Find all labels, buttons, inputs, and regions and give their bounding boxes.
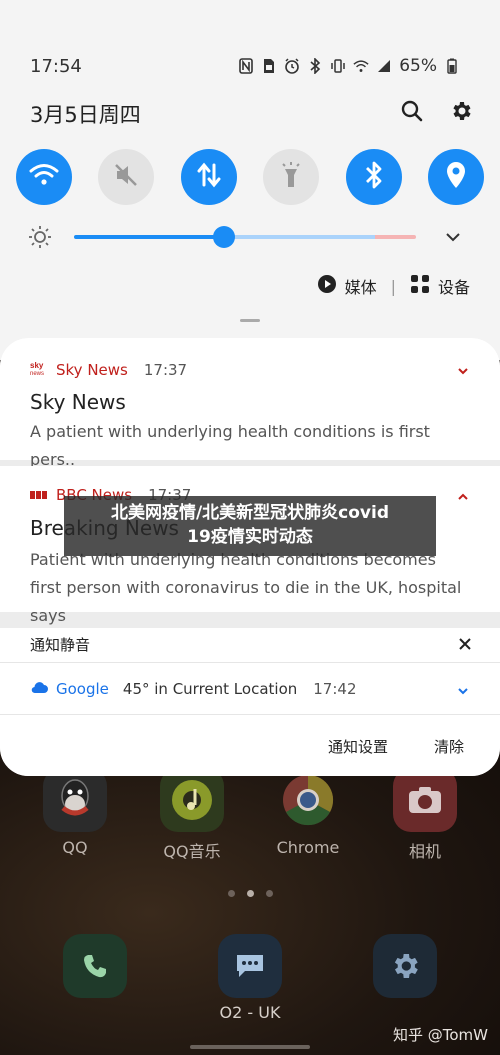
status-icons: 65% bbox=[238, 56, 460, 76]
header-actions bbox=[399, 98, 475, 124]
nfc-icon bbox=[238, 58, 254, 74]
page-dot bbox=[227, 890, 235, 897]
media-label: 媒体 bbox=[344, 278, 377, 297]
search-icon[interactable] bbox=[399, 98, 425, 124]
phone-icon bbox=[63, 934, 127, 998]
media-device-row: 媒体 | 设备 bbox=[317, 274, 470, 298]
app-qq[interactable]: QQ bbox=[35, 768, 115, 857]
page-dot bbox=[265, 890, 273, 897]
caption-line: 北美网疫情/北美新型冠状肺炎covid bbox=[110, 503, 390, 523]
svg-text:sky: sky bbox=[30, 361, 44, 370]
gear-icon[interactable] bbox=[449, 98, 475, 124]
devices-icon bbox=[410, 274, 430, 298]
caption-line: 19疫情实时动态 bbox=[187, 527, 313, 547]
silent-section-label: 通知静音 bbox=[30, 636, 91, 654]
notification-time: 17:42 bbox=[313, 680, 357, 698]
wifi-icon bbox=[353, 58, 369, 74]
sim-icon bbox=[261, 58, 277, 74]
separator: | bbox=[390, 276, 396, 296]
page-indicator bbox=[0, 890, 500, 897]
devices-label: 设备 bbox=[437, 278, 470, 297]
status-time: 17:54 bbox=[30, 56, 82, 77]
brightness-track[interactable] bbox=[74, 235, 416, 239]
app-qq-music[interactable]: QQ音乐 bbox=[152, 768, 232, 862]
signal-icon bbox=[376, 58, 392, 74]
app-label: Chrome bbox=[276, 838, 340, 857]
notification-sky-news[interactable]: sky news Sky News 17:37 Sky News A patien… bbox=[0, 338, 500, 469]
chevron-up-icon[interactable] bbox=[454, 488, 472, 506]
watermark: 知乎 @TomW bbox=[392, 1026, 488, 1044]
vibrate-icon bbox=[330, 58, 346, 74]
quick-settings-tiles bbox=[16, 149, 484, 205]
brightness-slider[interactable] bbox=[28, 222, 468, 252]
chevron-down-icon[interactable] bbox=[444, 228, 462, 250]
silent-notifications: 通知静音 Google 45° in Current Location 17:4… bbox=[0, 628, 500, 776]
svg-text:news: news bbox=[30, 371, 44, 376]
camera-icon bbox=[393, 768, 457, 832]
notification-header: sky news Sky News 17:37 bbox=[30, 360, 187, 380]
app-label: QQ音乐 bbox=[163, 842, 221, 861]
flashlight-icon bbox=[279, 161, 303, 193]
bluetooth-icon bbox=[364, 160, 384, 194]
qq-music-icon bbox=[160, 768, 224, 832]
mute-icon bbox=[112, 161, 140, 193]
notification-body: Patient with underlying health condition… bbox=[30, 550, 462, 625]
divider bbox=[0, 662, 500, 663]
notification-text: 45° in Current Location bbox=[122, 680, 298, 698]
page-dot-active bbox=[246, 890, 254, 897]
bluetooth-icon bbox=[307, 58, 323, 74]
tile-mobile-data[interactable] bbox=[180, 149, 237, 205]
sky-news-logo-icon: sky news bbox=[30, 360, 48, 380]
carrier-label: O2 - UK bbox=[219, 1003, 281, 1022]
notification-sheet: sky news Sky News 17:37 Sky News A patien… bbox=[0, 338, 500, 776]
app-chrome[interactable]: Chrome bbox=[268, 768, 348, 857]
tile-bluetooth[interactable] bbox=[345, 149, 402, 205]
dock-settings[interactable] bbox=[365, 934, 445, 998]
notification-time: 17:37 bbox=[143, 361, 188, 379]
dock-messages[interactable] bbox=[210, 934, 290, 998]
caption-overlay: 北美网疫情/北美新型冠状肺炎covid 19疫情实时动态 bbox=[64, 496, 436, 556]
media-button[interactable]: 媒体 bbox=[317, 274, 377, 298]
app-name: Sky News bbox=[56, 361, 128, 379]
app-label: QQ bbox=[62, 838, 88, 857]
date-label: 3月5日周四 bbox=[30, 103, 141, 127]
devices-button[interactable]: 设备 bbox=[410, 274, 470, 298]
sun-icon bbox=[28, 225, 52, 253]
app-label: 相机 bbox=[408, 842, 441, 861]
notification-title: Sky News bbox=[30, 390, 126, 414]
data-transfer-icon bbox=[195, 161, 223, 193]
dock-phone[interactable] bbox=[55, 934, 135, 998]
wifi-icon bbox=[29, 163, 59, 191]
app-name: Google bbox=[56, 680, 109, 698]
notification-settings-button[interactable]: 通知设置 bbox=[328, 736, 388, 757]
location-icon bbox=[444, 160, 468, 194]
navigation-handle[interactable] bbox=[190, 1045, 310, 1049]
tile-flashlight[interactable] bbox=[263, 149, 320, 205]
brightness-thumb[interactable] bbox=[213, 226, 236, 248]
close-icon[interactable] bbox=[458, 636, 472, 655]
notification-footer: 通知设置 清除 bbox=[328, 736, 464, 757]
settings-icon bbox=[373, 934, 437, 998]
qq-icon bbox=[43, 768, 107, 832]
quick-panel: 17:54 65% 3月5日周四 媒体 | 设备 bbox=[0, 0, 500, 360]
tile-location[interactable] bbox=[427, 149, 484, 205]
bbc-logo-icon bbox=[30, 486, 48, 504]
alarm-icon bbox=[284, 58, 300, 74]
battery-icon bbox=[444, 58, 460, 74]
cloud-icon bbox=[30, 680, 48, 698]
chrome-icon bbox=[276, 768, 340, 832]
tile-sound[interactable] bbox=[98, 149, 155, 205]
battery-percent: 65% bbox=[399, 56, 437, 76]
panel-drag-handle[interactable] bbox=[240, 319, 260, 322]
chevron-down-icon[interactable] bbox=[454, 682, 472, 700]
chevron-down-icon[interactable] bbox=[454, 362, 472, 380]
messages-icon bbox=[218, 934, 282, 998]
clear-button[interactable]: 清除 bbox=[434, 736, 464, 757]
divider bbox=[0, 714, 500, 715]
play-icon bbox=[317, 274, 337, 298]
notification-google[interactable]: Google 45° in Current Location 17:42 bbox=[30, 680, 357, 698]
tile-wifi[interactable] bbox=[16, 149, 72, 205]
app-camera[interactable]: 相机 bbox=[385, 768, 465, 862]
